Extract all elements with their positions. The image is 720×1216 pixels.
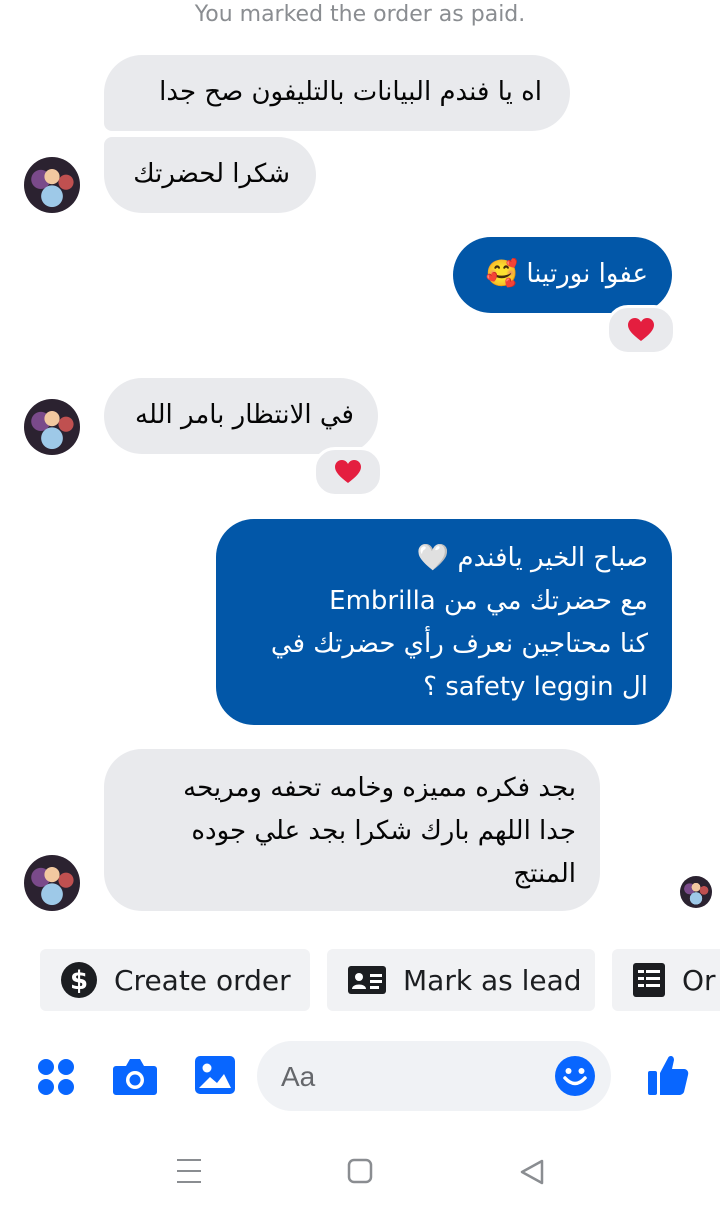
seen-receipt-avatar	[680, 876, 712, 908]
heart-reaction[interactable]	[313, 447, 383, 497]
message-text: عفوا نورتينا	[526, 259, 648, 289]
recents-icon[interactable]	[176, 1156, 202, 1190]
gallery-icon[interactable]	[194, 1055, 236, 1099]
white-heart-emoji-icon: 🤍	[416, 543, 450, 573]
menu-dots-icon[interactable]	[36, 1058, 76, 1100]
heart-icon	[628, 318, 654, 341]
message-text: في الانتظار بامر الله	[135, 400, 354, 430]
system-note: You marked the order as paid.	[194, 2, 526, 27]
create-order-label: Create order	[114, 963, 291, 997]
message-line: المنتج	[513, 859, 576, 889]
heart-reaction[interactable]	[606, 305, 676, 355]
message-text: اه يا فندم البيانات بالتليفون صح جدا	[159, 77, 542, 107]
message-bubble-outgoing[interactable]: عفوا نورتينا 🥰	[453, 237, 672, 313]
message-text: شكرا لحضرتك	[133, 159, 290, 189]
smiling-hearts-emoji-icon: 🥰	[485, 259, 519, 289]
home-icon[interactable]	[347, 1158, 373, 1188]
message-input[interactable]	[279, 1041, 543, 1113]
message-bubble-incoming[interactable]: في الانتظار بامر الله	[104, 378, 378, 454]
message-bubble-incoming[interactable]: شكرا لحضرتك	[104, 137, 316, 213]
message-bubble-incoming[interactable]: بجد فكره مميزه وخامه تحفه ومريحه جدا الل…	[104, 749, 600, 911]
message-line: صباح الخير يافندم 🤍	[416, 543, 648, 573]
back-icon[interactable]	[518, 1158, 546, 1190]
contact-avatar[interactable]	[24, 157, 80, 213]
contact-card-icon	[347, 965, 387, 995]
message-line: كنا محتاجين نعرف رأي حضرتك في	[270, 629, 648, 659]
heart-icon	[335, 460, 361, 483]
message-line: بجد فكره مميزه وخامه تحفه ومريحه	[183, 773, 576, 803]
emoji-icon[interactable]	[555, 1056, 595, 1100]
svg-text:$: $	[70, 966, 88, 996]
contact-avatar[interactable]	[24, 855, 80, 911]
message-line: مع حضرتك مي من Embrilla	[329, 586, 648, 616]
contact-avatar[interactable]	[24, 399, 80, 455]
camera-icon[interactable]	[112, 1056, 158, 1100]
message-line: جدا اللهم بارك شكرا بجد علي جوده	[191, 816, 576, 846]
dollar-icon: $	[60, 961, 98, 999]
mark-as-lead-label: Mark as lead	[403, 963, 582, 997]
orders-label: Or	[682, 963, 716, 997]
order-list-icon	[632, 962, 666, 998]
message-bubble-outgoing[interactable]: صباح الخير يافندم 🤍 مع حضرتك مي من Embri…	[216, 519, 672, 725]
message-bubble-incoming[interactable]: اه يا فندم البيانات بالتليفون صح جدا	[104, 55, 570, 131]
like-icon[interactable]	[647, 1053, 689, 1101]
create-order-button[interactable]: $ Create order	[40, 949, 310, 1011]
mark-as-lead-button[interactable]: Mark as lead	[327, 949, 595, 1011]
orders-button[interactable]: Or	[612, 949, 720, 1011]
message-composer[interactable]	[257, 1041, 611, 1113]
message-line: ال safety leggin ؟	[423, 672, 648, 702]
